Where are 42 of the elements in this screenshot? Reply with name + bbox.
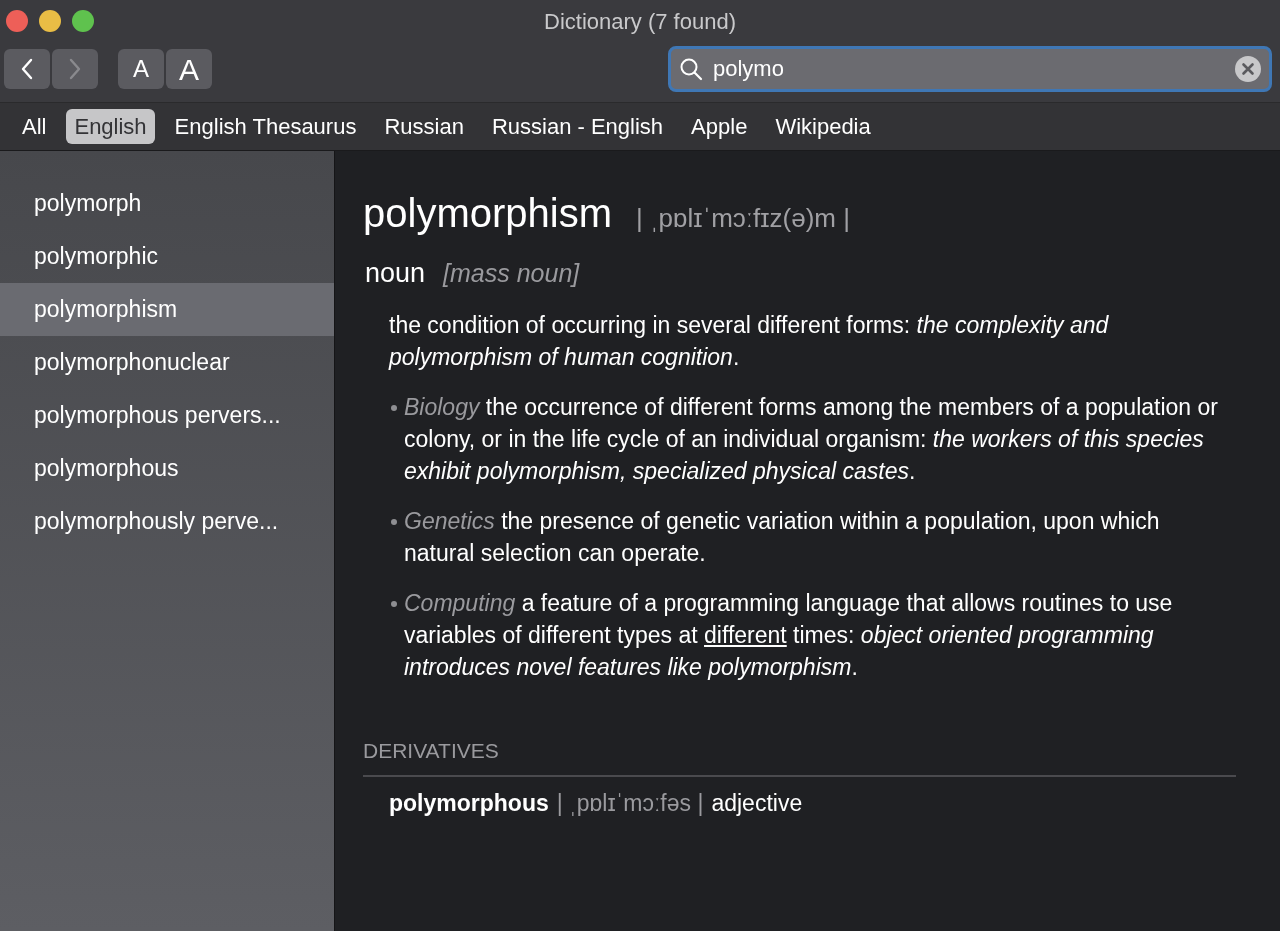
part-of-speech: adjective: [711, 789, 803, 818]
result-item[interactable]: polymorphous pervers...: [0, 389, 334, 442]
search-field[interactable]: polymo: [668, 46, 1272, 92]
chevron-left-icon: [20, 58, 34, 80]
dictionary-tab[interactable]: English Thesaurus: [166, 109, 365, 144]
dictionary-tab[interactable]: Apple: [683, 109, 756, 144]
result-item[interactable]: polymorphism: [0, 283, 334, 336]
result-item[interactable]: polymorphous: [0, 442, 334, 495]
result-item[interactable]: polymorph: [0, 177, 334, 230]
dictionary-tab[interactable]: Russian - English: [483, 109, 672, 144]
definition-text: Computing a feature of a programming language that allows routines to use variables of different types at different times: object oriented programming introduces novel features like polymorphism.: [404, 589, 1174, 682]
search-icon: [679, 57, 703, 81]
pronunciation: | ˌpɒlɪˈmɔːfəs |: [556, 789, 704, 818]
chevron-right-icon: [68, 58, 82, 80]
window-title: Dictionary (7 found): [544, 7, 736, 36]
part-of-speech: noun: [365, 257, 426, 289]
definition-text: the condition of occurring in several different forms: the complexity and polymorphism of human cognition.: [387, 311, 1110, 372]
section-heading: DERIVATIVES: [363, 735, 1236, 777]
result-item[interactable]: polymorphously perve...: [0, 495, 334, 548]
dictionary-tab[interactable]: English: [66, 109, 155, 144]
dictionary-tab[interactable]: Wikipedia: [767, 109, 879, 144]
pronunciation: | ˌpɒlɪˈmɔːfɪz(ə)m |: [635, 202, 850, 234]
zoom-window-button[interactable]: [72, 10, 94, 32]
definition-text: Genetics the presence of genetic variation within a population, upon which natural selection can operate.: [404, 507, 1161, 568]
back-button[interactable]: [4, 49, 50, 89]
headword: polymorphism: [363, 190, 612, 237]
derivative-word: polymorphous: [389, 789, 549, 818]
definition-text: Biology the occurrence of different forms among the members of a population or colony, or in the life cycle of an individual organism: the workers of this species exhibit polymorphism, specialized physical castes.: [404, 393, 1219, 486]
grammar-note: [mass noun]: [443, 258, 580, 289]
dictionary-tab[interactable]: All: [14, 109, 55, 144]
bullet-icon: [391, 405, 397, 411]
bullet-icon: [391, 601, 397, 607]
larger-text-button[interactable]: A: [166, 49, 212, 89]
dictionary-tab[interactable]: Russian: [376, 109, 472, 144]
result-item[interactable]: polymorphic: [0, 230, 334, 283]
clear-icon[interactable]: [1235, 56, 1261, 82]
definition-link[interactable]: different: [704, 622, 787, 648]
smaller-text-button[interactable]: A: [118, 49, 164, 89]
minimize-window-button[interactable]: [39, 10, 61, 32]
result-item[interactable]: polymorphonuclear: [0, 336, 334, 389]
close-window-button[interactable]: [6, 10, 28, 32]
bullet-icon: [391, 519, 397, 525]
